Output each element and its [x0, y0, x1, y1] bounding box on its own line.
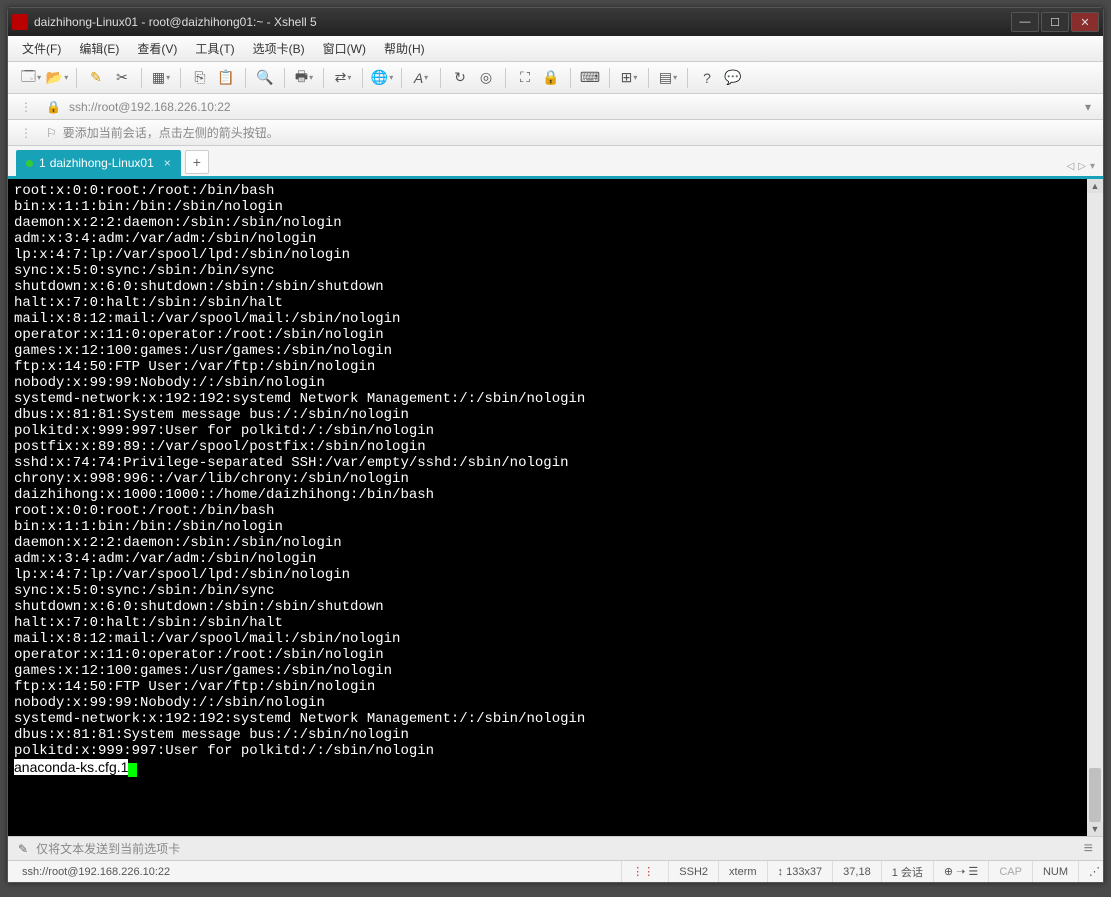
add-pane-icon[interactable]: ⊞	[618, 67, 640, 89]
print-icon[interactable]: 🖶	[293, 67, 315, 89]
target-icon[interactable]: ◎	[475, 67, 497, 89]
scroll-down-icon[interactable]: ▼	[1087, 822, 1103, 836]
tab-menu-icon[interactable]: ▾	[1090, 161, 1095, 172]
keyboard-icon[interactable]: ⌨	[579, 67, 601, 89]
app-icon	[12, 14, 28, 30]
send-hint[interactable]: 仅将文本发送到当前选项卡	[36, 840, 180, 857]
copy-icon[interactable]: ⎘	[189, 67, 211, 89]
status-term: xterm	[718, 861, 767, 882]
session-add-icon[interactable]: ⚐	[46, 126, 57, 140]
status-bar: ssh://root@192.168.226.10:22 ⋮⋮ SSH2 xte…	[8, 860, 1103, 882]
globe-icon[interactable]: 🌐	[371, 67, 393, 89]
titlebar: daizhihong-Linux01 - root@daizhihong01:~…	[8, 8, 1103, 36]
status-dot-icon	[26, 160, 33, 167]
tab-number: 1	[39, 156, 46, 170]
menu-view[interactable]: 查看(V)	[137, 40, 177, 57]
tab-title: daizhihong-Linux01	[50, 156, 154, 170]
font-icon[interactable]: A	[410, 67, 432, 89]
search-icon[interactable]: 🔍	[254, 67, 276, 89]
status-sessions: 1 会话	[881, 861, 933, 882]
status-address: ssh://root@192.168.226.10:22	[12, 861, 621, 882]
tab-next-icon[interactable]: ▷	[1078, 161, 1086, 172]
scroll-up-icon[interactable]: ▲	[1087, 179, 1103, 193]
toolbar: 🗔 📂 ✎ ✂ ▦ ⎘ 📋 🔍 🖶 ⇄ 🌐 A ↻ ◎ ⛶ 🔒 ⌨ ⊞ ▤ ? …	[8, 62, 1103, 94]
terminal-area[interactable]: root:x:0:0:root:/root:/bin/bash bin:x:1:…	[8, 176, 1103, 836]
help-icon[interactable]: ?	[696, 67, 718, 89]
close-button[interactable]: ✕	[1071, 12, 1099, 32]
paste-icon[interactable]: 📋	[215, 67, 237, 89]
status-ssh: SSH2	[668, 861, 718, 882]
window-title: daizhihong-Linux01 - root@daizhihong01:~…	[34, 15, 1009, 29]
new-session-icon[interactable]: 🗔	[20, 67, 42, 89]
info-bar: ⋮ ⚐ 要添加当前会话，点击左侧的箭头按钮。	[8, 120, 1103, 146]
status-cursor-pos: 37,18	[832, 861, 881, 882]
status-cap: CAP	[988, 861, 1032, 882]
chat-icon[interactable]: 💬	[722, 67, 744, 89]
tab-close-icon[interactable]: ×	[164, 156, 171, 170]
menu-window[interactable]: 窗口(W)	[323, 40, 366, 57]
menu-file[interactable]: 文件(F)	[22, 40, 61, 57]
transfer-icon[interactable]: ⇄	[332, 67, 354, 89]
menu-tabs[interactable]: 选项卡(B)	[253, 40, 305, 57]
resize-grip-icon[interactable]: ⋰	[1078, 861, 1099, 882]
reconnect-icon[interactable]: ✎	[85, 67, 107, 89]
scrollbar[interactable]: ▲ ▼	[1087, 179, 1103, 836]
fullscreen-icon[interactable]: ⛶	[514, 67, 536, 89]
terminal-output[interactable]: root:x:0:0:root:/root:/bin/bash bin:x:1:…	[8, 179, 1103, 781]
status-size-icon: ↕	[778, 866, 784, 878]
address-dropdown-icon[interactable]: ▾	[1085, 100, 1091, 114]
minimize-button[interactable]: —	[1011, 12, 1039, 32]
send-icon[interactable]: ✎	[18, 842, 28, 856]
open-icon[interactable]: 📂	[46, 67, 68, 89]
status-size: 133x37	[786, 866, 822, 878]
send-menu-icon[interactable]: ≡	[1084, 840, 1093, 858]
info-text: 要添加当前会话，点击左侧的箭头按钮。	[63, 124, 279, 141]
menubar: 文件(F) 编辑(E) 查看(V) 工具(T) 选项卡(B) 窗口(W) 帮助(…	[8, 36, 1103, 62]
tab-prev-icon[interactable]: ◁	[1067, 161, 1075, 172]
app-window: daizhihong-Linux01 - root@daizhihong01:~…	[7, 7, 1104, 883]
address-bar: ⋮ 🔒 ssh://root@192.168.226.10:22 ▾	[8, 94, 1103, 120]
send-bar: ✎ 仅将文本发送到当前选项卡 ≡	[8, 836, 1103, 860]
menu-help[interactable]: 帮助(H)	[384, 40, 425, 57]
layout-icon[interactable]: ▤	[657, 67, 679, 89]
lock-icon[interactable]: 🔒	[540, 67, 562, 89]
disconnect-icon[interactable]: ✂	[111, 67, 133, 89]
tab-bar: 1 daizhihong-Linux01 × + ◁ ▷ ▾	[8, 146, 1103, 176]
address-text[interactable]: ssh://root@192.168.226.10:22	[69, 100, 231, 114]
menu-edit[interactable]: 编辑(E)	[79, 40, 119, 57]
refresh-icon[interactable]: ↻	[449, 67, 471, 89]
menu-tools[interactable]: 工具(T)	[195, 40, 234, 57]
new-tab-button[interactable]: +	[185, 150, 209, 174]
status-num: NUM	[1032, 861, 1078, 882]
status-connect-icon: ⊕ ➝ ☰	[944, 865, 978, 878]
scroll-thumb[interactable]	[1089, 768, 1101, 822]
maximize-button[interactable]: ☐	[1041, 12, 1069, 32]
lock-small-icon: 🔒	[46, 100, 61, 114]
properties-icon[interactable]: ▦	[150, 67, 172, 89]
session-tab[interactable]: 1 daizhihong-Linux01 ×	[16, 150, 181, 176]
status-dots-icon: ⋮⋮	[632, 865, 654, 878]
